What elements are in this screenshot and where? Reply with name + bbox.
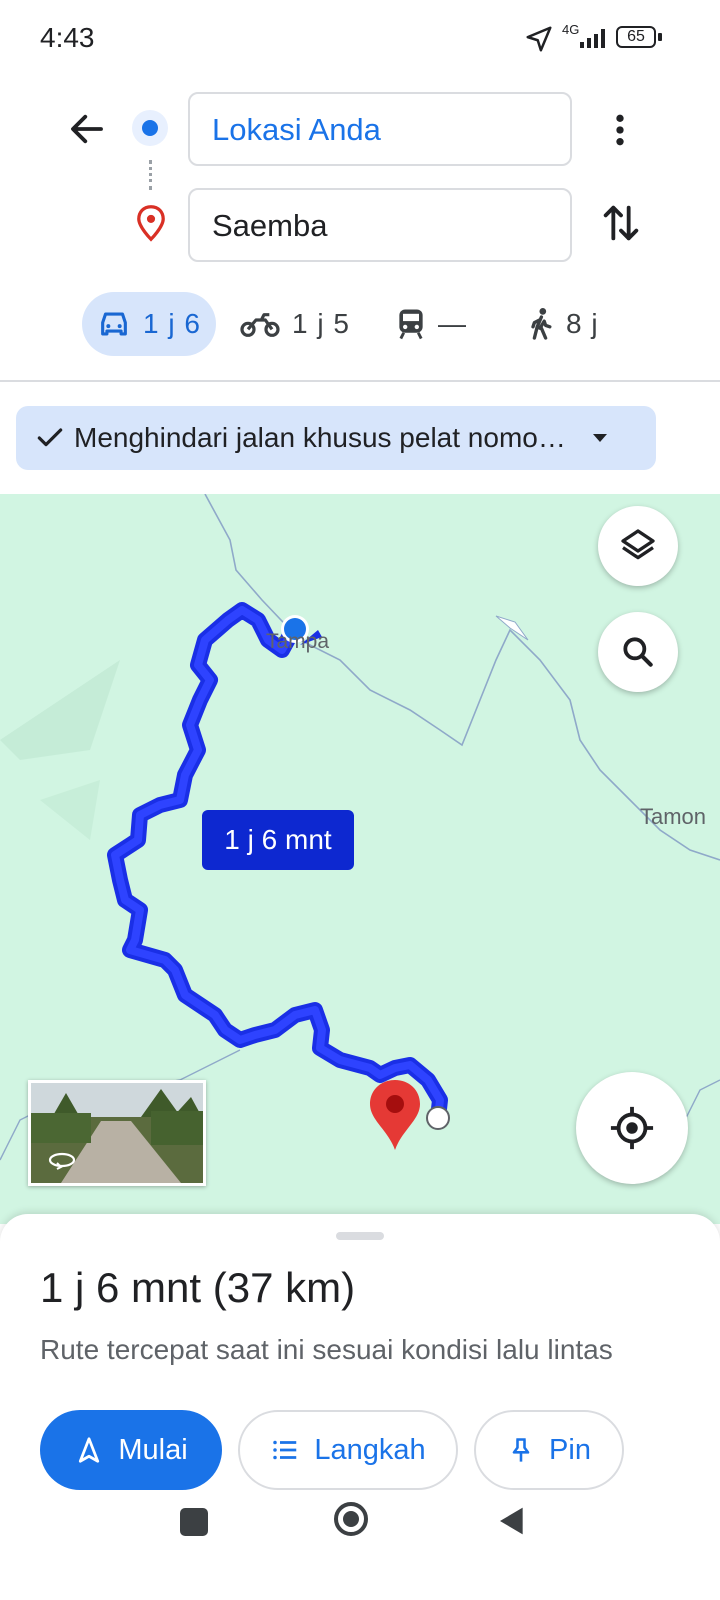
place-label-tampa: Tampa xyxy=(266,630,330,653)
crosshair-icon xyxy=(610,1106,654,1150)
start-label: Mulai xyxy=(118,1433,188,1466)
route-connector xyxy=(149,160,155,190)
mode-car[interactable]: 1 j 6 xyxy=(82,292,216,356)
battery-tip xyxy=(658,33,662,41)
dropdown-arrow-icon xyxy=(592,434,607,442)
pushpin-icon xyxy=(512,1438,530,1462)
search-along-route-button[interactable] xyxy=(598,612,678,692)
destination-pin-icon xyxy=(137,205,165,242)
sheet-drag-handle[interactable] xyxy=(336,1232,384,1240)
pin-button[interactable]: Pin xyxy=(474,1410,624,1490)
route-end-dot xyxy=(426,1106,450,1130)
steps-button[interactable]: Langkah xyxy=(238,1410,458,1490)
start-navigation-button[interactable]: Mulai xyxy=(40,1410,222,1490)
location-arrow-icon xyxy=(526,26,552,52)
lake-shape xyxy=(495,615,529,641)
layers-icon xyxy=(621,529,655,560)
mode-motorcycle[interactable]: 1 j 5 xyxy=(240,292,350,356)
origin-dot-icon xyxy=(132,110,168,146)
pin-label: Pin xyxy=(549,1433,591,1466)
status-bar: 4:43 4G 65 xyxy=(0,0,720,78)
mode-walk-label: 8 j xyxy=(566,308,599,339)
header-divider xyxy=(0,380,720,382)
my-location-button[interactable] xyxy=(576,1072,688,1184)
search-icon xyxy=(623,637,653,667)
mode-car-label: 1 j 6 xyxy=(143,308,201,339)
street-view-rotate-icon xyxy=(48,1152,76,1170)
mode-walk[interactable]: 8 j xyxy=(526,292,616,356)
back-arrow-icon[interactable] xyxy=(66,108,108,150)
recents-square-icon[interactable] xyxy=(180,1508,208,1536)
route-options-chip[interactable]: Menghindari jalan khusus pelat nomo… xyxy=(16,406,656,470)
signal-icon xyxy=(580,29,605,48)
origin-input[interactable]: Lokasi Anda xyxy=(188,92,572,166)
mode-transit-label: — xyxy=(438,308,467,339)
layers-button[interactable] xyxy=(598,506,678,586)
route-eta-label[interactable]: 1 j 6 mnt xyxy=(202,810,354,870)
transit-icon xyxy=(399,309,423,340)
place-label-tamon: Tamon xyxy=(640,804,707,829)
swap-icon[interactable] xyxy=(598,200,644,246)
steps-label: Langkah xyxy=(314,1433,426,1466)
more-options-icon[interactable] xyxy=(600,108,640,152)
list-icon xyxy=(273,1440,297,1460)
terrain-shape xyxy=(0,660,120,760)
battery-icon: 65 xyxy=(616,26,656,48)
destination-marker-icon[interactable] xyxy=(370,1080,420,1150)
mode-motorcycle-label: 1 j 5 xyxy=(292,308,350,339)
car-icon xyxy=(101,312,127,336)
network-type: 4G xyxy=(562,22,580,37)
street-view-thumbnail[interactable] xyxy=(28,1080,206,1186)
status-time: 4:43 xyxy=(40,22,95,53)
check-icon xyxy=(37,428,63,447)
walk-icon xyxy=(531,308,552,340)
navigation-arrow-icon xyxy=(79,1437,100,1463)
route-summary: 1 j 6 mnt (37 km) xyxy=(40,1264,356,1311)
mode-transit[interactable]: — xyxy=(396,292,476,356)
destination-input[interactable]: Saemba xyxy=(188,188,572,262)
system-nav-bar xyxy=(0,1500,720,1600)
route-options-label: Menghindari jalan khusus pelat nomo… xyxy=(74,422,566,453)
back-triangle-icon[interactable] xyxy=(496,1504,528,1538)
route-subtitle: Rute tercepat saat ini sesuai kondisi la… xyxy=(40,1334,613,1365)
terrain-shape xyxy=(40,780,100,840)
home-circle-icon[interactable] xyxy=(334,1502,368,1536)
motorcycle-icon xyxy=(240,313,280,337)
